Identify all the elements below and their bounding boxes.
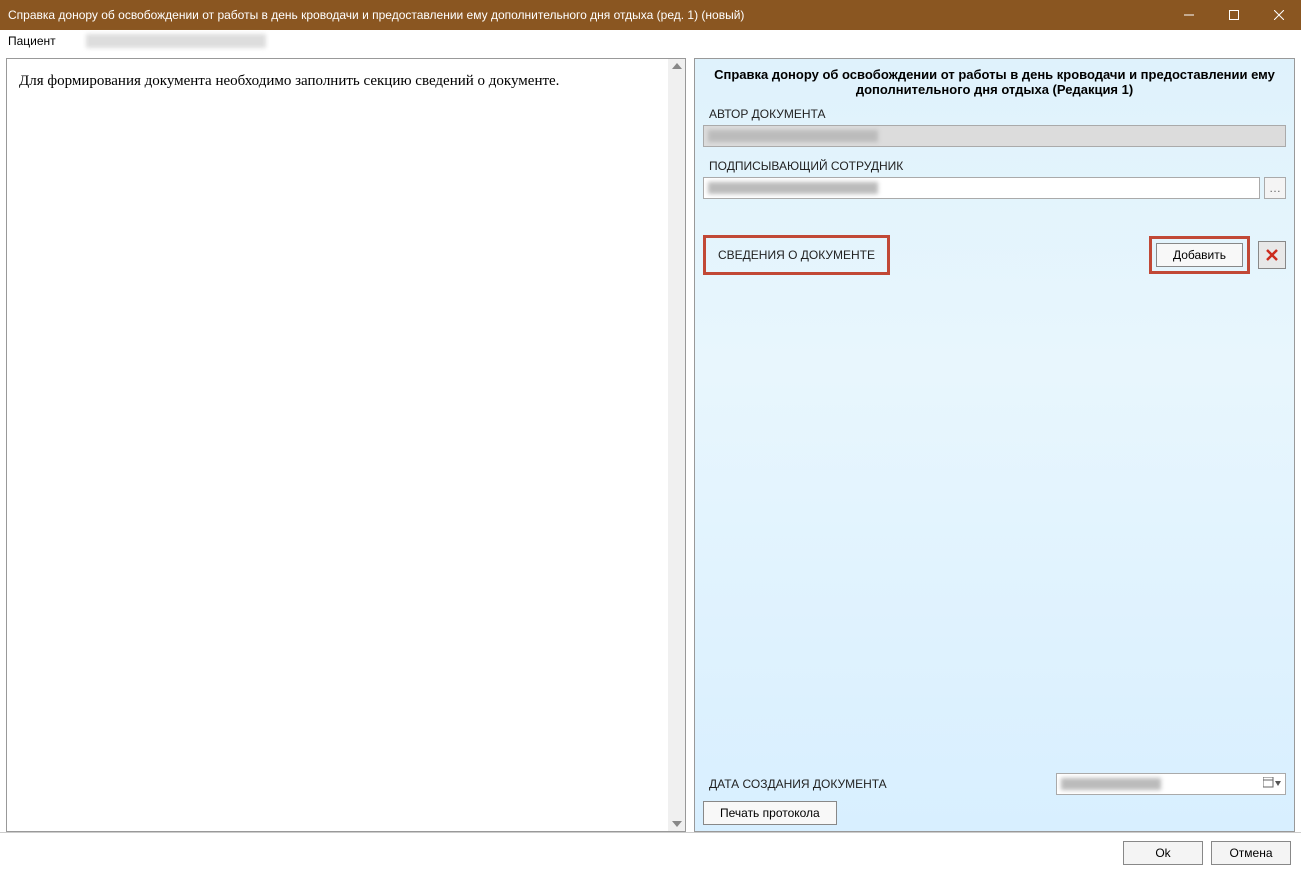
signer-input[interactable] (703, 177, 1260, 199)
scroll-down-icon[interactable] (672, 821, 682, 827)
section-title-highlighted: СВЕДЕНИЯ О ДОКУМЕНТЕ (703, 235, 890, 275)
delete-button[interactable] (1258, 241, 1286, 269)
window-title: Справка донору об освобождении от работы… (8, 8, 1166, 22)
date-value (1061, 778, 1161, 790)
signer-label: ПОДПИСЫВАЮЩИЙ СОТРУДНИК (709, 159, 1286, 173)
preview-message: Для формирования документа необходимо за… (19, 73, 559, 89)
minimize-button[interactable] (1166, 0, 1211, 30)
document-preview: Для формирования документа необходимо за… (7, 59, 668, 831)
author-value (708, 130, 878, 142)
date-input[interactable] (1056, 773, 1286, 795)
close-button[interactable] (1256, 0, 1301, 30)
author-label: АВТОР ДОКУМЕНТА (709, 107, 1286, 121)
dialog-footer: Ok Отмена (0, 832, 1301, 872)
section-row: СВЕДЕНИЯ О ДОКУМЕНТЕ Добавить (703, 235, 1286, 275)
signer-browse-button[interactable]: … (1264, 177, 1286, 199)
form-footer: ДАТА СОЗДАНИЯ ДОКУМЕНТА Печать прото (703, 769, 1286, 825)
patient-value (86, 34, 266, 48)
author-row (703, 125, 1286, 147)
delete-x-icon (1265, 248, 1279, 262)
cancel-button[interactable]: Отмена (1211, 841, 1291, 865)
maximize-button[interactable] (1211, 0, 1256, 30)
right-panel: Справка донору об освобождении от работы… (694, 58, 1295, 832)
add-button-highlighted: Добавить (1149, 236, 1250, 274)
scroll-up-icon[interactable] (672, 63, 682, 69)
calendar-dropdown-icon[interactable] (1263, 777, 1281, 792)
patient-label: Пациент (8, 34, 56, 48)
form-title: Справка донору об освобождении от работы… (703, 65, 1286, 103)
signer-value (708, 182, 878, 194)
section-title: СВЕДЕНИЯ О ДОКУМЕНТЕ (718, 248, 875, 262)
ellipsis-icon: … (1269, 181, 1281, 195)
date-row: ДАТА СОЗДАНИЯ ДОКУМЕНТА (703, 773, 1286, 795)
titlebar: Справка донору об освобождении от работы… (0, 0, 1301, 30)
scrollbar[interactable] (668, 59, 685, 831)
print-row: Печать протокола (703, 801, 1286, 825)
patient-bar: Пациент (0, 30, 1301, 52)
ok-button[interactable]: Ok (1123, 841, 1203, 865)
signer-row: … (703, 177, 1286, 199)
author-input (703, 125, 1286, 147)
left-panel: Для формирования документа необходимо за… (6, 58, 686, 832)
form-body (703, 275, 1286, 769)
print-protocol-button[interactable]: Печать протокола (703, 801, 837, 825)
content-area: Для формирования документа необходимо за… (0, 52, 1301, 832)
date-label: ДАТА СОЗДАНИЯ ДОКУМЕНТА (709, 777, 887, 791)
add-button[interactable]: Добавить (1156, 243, 1243, 267)
